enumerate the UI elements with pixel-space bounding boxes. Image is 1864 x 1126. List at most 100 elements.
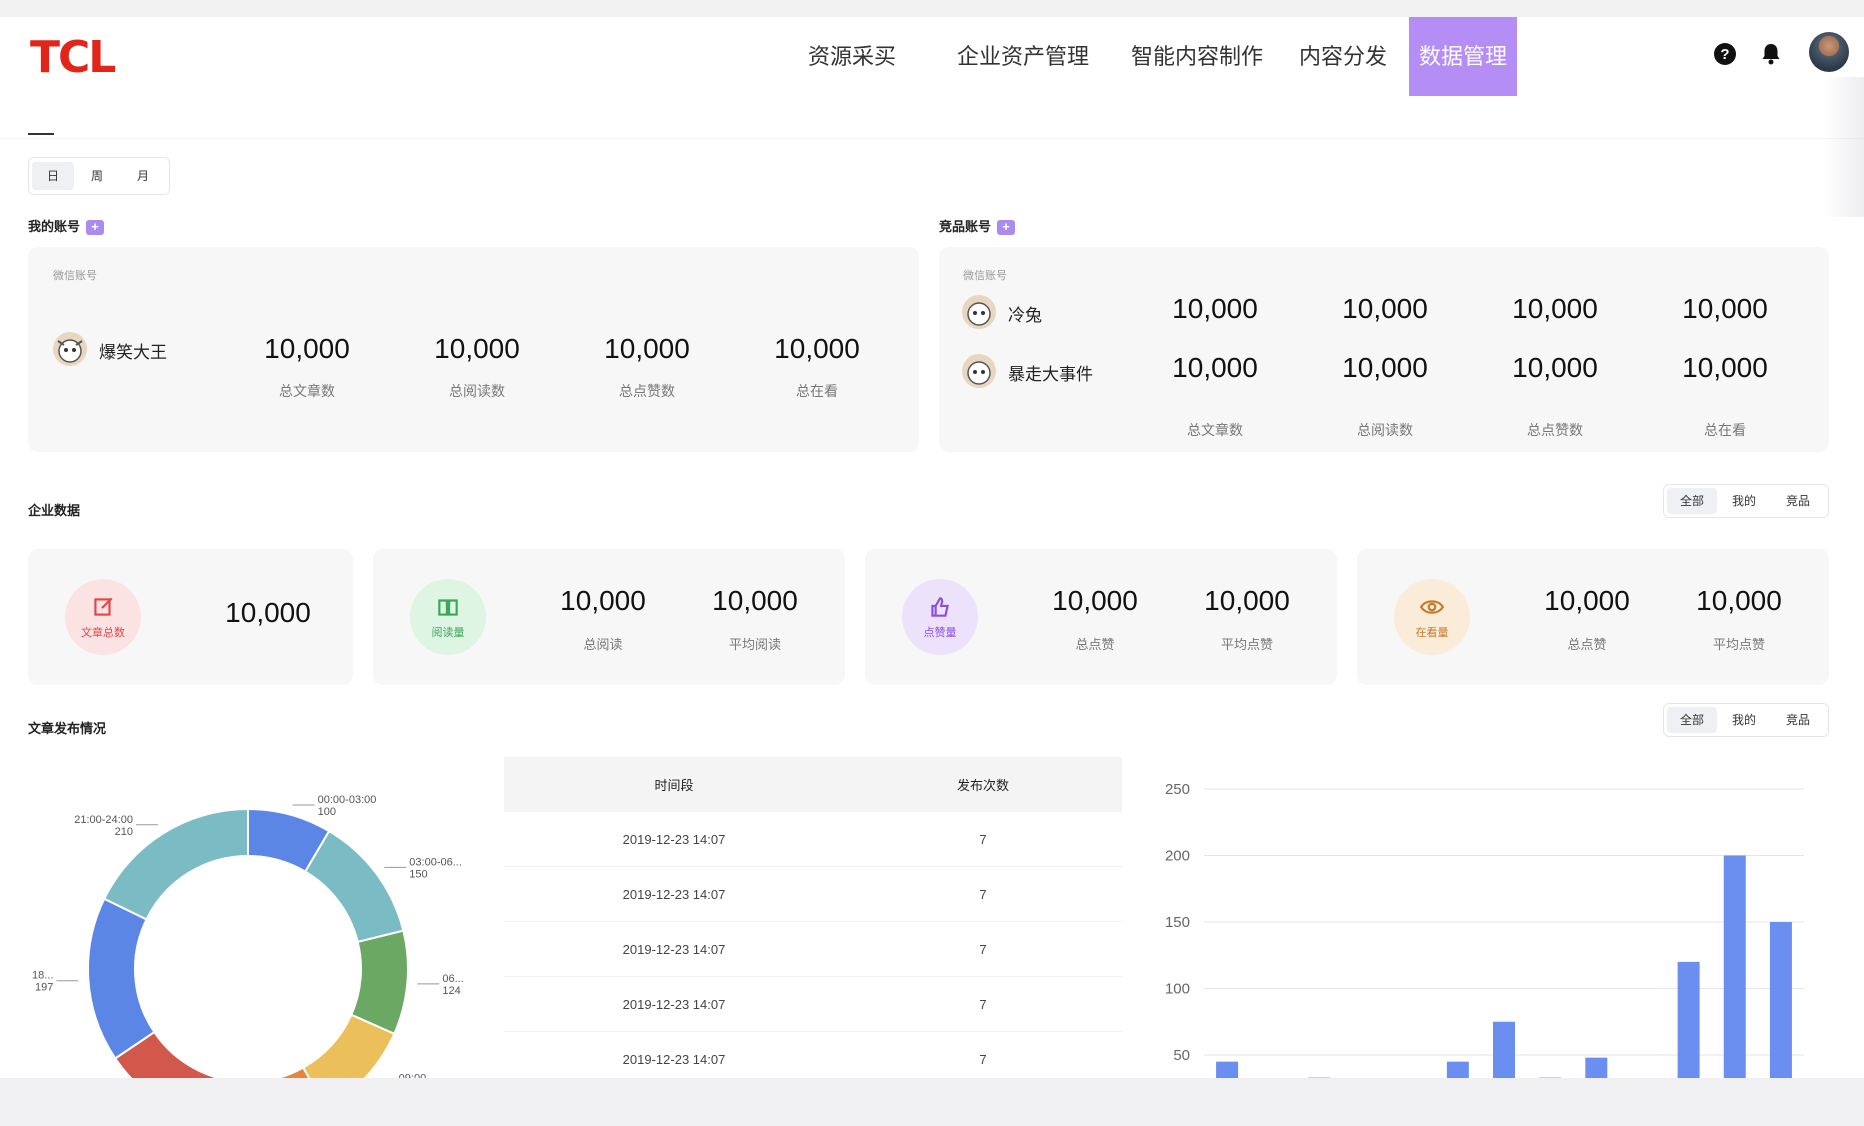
add-my-account-button[interactable]: +	[86, 220, 105, 236]
table-row[interactable]: 2019-12-23 14:07 7	[504, 922, 1122, 977]
stat-value: 10,000	[1172, 293, 1258, 324]
metric-card: 阅读量 10,000 总阅读 10,000 平均阅读	[373, 549, 845, 685]
bar[interactable]	[1446, 1061, 1469, 1078]
add-competitor-button[interactable]: +	[997, 220, 1016, 236]
filter-mine[interactable]: 我的	[1717, 488, 1771, 514]
table-row[interactable]: 2019-12-23 14:07 7	[504, 812, 1122, 867]
slice-label: 06...	[442, 973, 463, 985]
metric-card: 点赞量 10,000 总点赞 10,000 平均点赞	[865, 549, 1337, 685]
metric-value: 10,000	[1052, 585, 1138, 616]
cell-count: 7	[979, 886, 987, 902]
slice-value: 124	[442, 985, 460, 997]
account-avatar-icon[interactable]	[961, 353, 997, 389]
enterprise-title: 企业数据	[28, 503, 81, 518]
metric-caption: 总点赞	[1567, 637, 1607, 652]
slice-value: 150	[409, 868, 427, 880]
bar[interactable]	[1493, 1021, 1515, 1078]
stat-caption: 总在看	[1704, 422, 1746, 438]
account-name[interactable]: 冷兔	[1008, 301, 1042, 326]
table-body: 2019-12-23 14:07 7 2019-12-23 14:07 7 2019-1…	[504, 812, 1122, 1078]
metric-value: 10,000	[225, 597, 311, 628]
bar[interactable]	[1216, 1061, 1239, 1078]
competitor-accounts-title: 竞品账号 +	[939, 216, 1016, 236]
account-avatar-icon[interactable]	[961, 294, 997, 330]
metric-label: 文章总数	[81, 627, 125, 639]
metric-icon-badge: 阅读量	[410, 579, 486, 655]
stat-value: 10,000	[604, 333, 690, 364]
publish-table: 时间段 发布次数 2019-12-23 14:07 7 2019-12-23 14:…	[504, 757, 1122, 1078]
bar[interactable]	[1677, 961, 1700, 1078]
header-separator	[0, 138, 1864, 139]
competitor-accounts-card: 微信账号 冷兔 10,000 10,000 10,000 10,000 暴走大事件 10,0…	[939, 247, 1829, 452]
slice-label: 03:00-06...	[409, 856, 462, 868]
nav-item-1[interactable]: 企业资产管理	[935, 17, 1111, 96]
donut-slice[interactable]	[87, 897, 156, 1060]
stat-caption: 总阅读数	[449, 383, 505, 399]
edit-icon	[94, 597, 113, 616]
bottom-bar	[0, 1078, 1864, 1126]
y-tick-label: 200	[1165, 848, 1190, 865]
column-header-time: 时间段	[654, 778, 694, 793]
bar[interactable]	[1585, 1057, 1608, 1078]
nav-item-3[interactable]: 内容分发	[1291, 17, 1395, 96]
metric-value: 10,000	[560, 585, 646, 616]
metric-icon-badge: 在看量	[1394, 579, 1470, 655]
account-name[interactable]: 爆笑大王	[99, 338, 167, 363]
bar[interactable]	[1723, 855, 1746, 1079]
filter-all[interactable]: 全部	[1667, 707, 1717, 733]
metric-label: 在看量	[1415, 627, 1449, 639]
my-accounts-label: 我的账号	[28, 219, 81, 234]
competitor-accounts-label: 竞品账号	[939, 219, 992, 234]
donut-slice[interactable]	[303, 829, 405, 944]
dashboard-page: TCL 资源采买 企业资产管理 智能内容制作 内容分发 数据管理 ? 日 周 月 我的账…	[0, 17, 1864, 1078]
nav-item-4[interactable]: 数据管理	[1409, 17, 1517, 96]
nav-item-2[interactable]: 智能内容制作	[1111, 17, 1283, 96]
question-circle-icon[interactable]: ?	[1712, 41, 1738, 67]
metric-value: 10,000	[1544, 585, 1630, 616]
table-row[interactable]: 2019-12-23 14:07 7	[504, 977, 1122, 1032]
period-tab-day[interactable]: 日	[32, 162, 74, 190]
filter-competitor[interactable]: 竞品	[1771, 707, 1825, 733]
y-tick-label: 50	[1173, 1047, 1190, 1064]
cell-count: 7	[979, 1051, 987, 1067]
metric-caption: 平均点赞	[1220, 637, 1273, 652]
y-tick-label: 250	[1165, 781, 1190, 798]
table-row[interactable]: 2019-12-23 14:07 7	[504, 1032, 1122, 1078]
metric-label: 阅读量	[431, 627, 465, 639]
articles-title: 文章发布情况	[28, 721, 107, 736]
cell-time: 2019-12-23 14:07	[622, 831, 726, 847]
user-avatar[interactable]	[1809, 32, 1849, 72]
slice-value: 197	[35, 982, 53, 994]
table-row[interactable]: 2019-12-23 14:07 7	[504, 867, 1122, 922]
metric-caption: 平均点赞	[1712, 637, 1765, 652]
filter-mine[interactable]: 我的	[1717, 707, 1771, 733]
stat-value: 10,000	[1512, 293, 1598, 324]
slice-value: 210	[115, 826, 133, 838]
bell-icon[interactable]	[1758, 41, 1784, 67]
bar[interactable]	[1769, 922, 1792, 1078]
account-name[interactable]: 暴走大事件	[1008, 360, 1093, 385]
donut-chart: 00:00-03:0010003:00-06...15006...12409:0…	[32, 794, 464, 1078]
tcl-logo[interactable]: TCL	[30, 32, 116, 83]
stat-value: 10,000	[1172, 352, 1258, 383]
cell-count: 7	[979, 996, 987, 1012]
period-tab-month[interactable]: 月	[120, 162, 166, 190]
filter-competitor[interactable]: 竞品	[1771, 488, 1825, 514]
account-avatar-icon[interactable]	[52, 331, 88, 367]
filter-all[interactable]: 全部	[1667, 488, 1717, 514]
metric-caption: 总阅读	[583, 637, 623, 652]
period-tab-week[interactable]: 周	[74, 162, 120, 190]
metric-card: 文章总数 10,000	[28, 549, 353, 685]
stat-value: 10,000	[1342, 293, 1428, 324]
slice-value: 100	[318, 806, 336, 818]
platform-label: 微信账号	[963, 270, 1007, 282]
stat-caption: 总点赞数	[619, 383, 675, 399]
stat-value: 10,000	[774, 333, 860, 364]
nav-item-0[interactable]: 资源采买	[790, 17, 914, 96]
slice-label: 00:00-03:00	[318, 794, 377, 806]
stat-caption: 总点赞数	[1527, 422, 1583, 438]
table-header: 时间段 发布次数	[504, 757, 1122, 812]
book-icon	[438, 599, 458, 616]
stat-value: 10,000	[1682, 293, 1768, 324]
metric-value: 10,000	[1204, 585, 1290, 616]
